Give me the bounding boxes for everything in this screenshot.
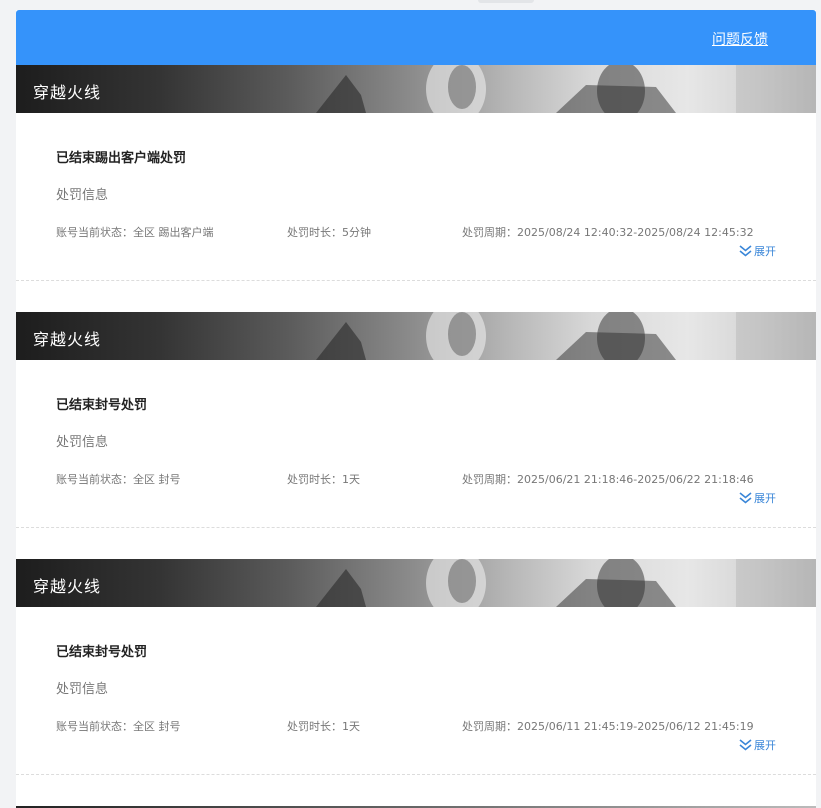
penalty-record: 穿越火线 已结束踢出客户端处罚 处罚信息 账号当前状态：全区 踢出客户端 处罚时… (16, 65, 816, 312)
record-gap (16, 528, 816, 559)
chevron-double-down-icon (739, 245, 752, 257)
penalty-duration: 处罚时长：1天 (287, 473, 360, 486)
expand-button[interactable]: 展开 (739, 243, 776, 259)
game-title: 穿越火线 (33, 83, 102, 102)
expand-label: 展开 (754, 245, 776, 258)
penalty-info-label: 处罚信息 (56, 188, 109, 203)
top-tab-indicator (478, 0, 534, 3)
penalty-period: 处罚周期：2025/08/24 12:40:32-2025/08/24 12:4… (462, 226, 754, 239)
expand-button[interactable]: 展开 (739, 737, 776, 753)
game-title: 穿越火线 (33, 330, 102, 349)
expand-label: 展开 (754, 492, 776, 505)
penalty-title: 已结束封号处罚 (56, 398, 148, 413)
game-banner: 穿越火线 (16, 312, 816, 360)
record-gap (16, 775, 816, 806)
banner-artwork (316, 559, 816, 607)
record-divider (16, 280, 816, 281)
penalty-title: 已结束踢出客户端处罚 (56, 151, 187, 166)
penalty-period: 处罚周期：2025/06/21 21:18:46-2025/06/22 21:1… (462, 473, 754, 486)
penalty-info-label: 处罚信息 (56, 435, 109, 450)
penalty-title: 已结束封号处罚 (56, 645, 148, 660)
game-banner: 穿越火线 (16, 559, 816, 607)
expand-label: 展开 (754, 739, 776, 752)
record-divider (16, 527, 816, 528)
chevron-double-down-icon (739, 492, 752, 504)
banner-artwork (316, 312, 816, 360)
record-content: 已结束封号处罚 处罚信息 账号当前状态：全区 封号 处罚时长：1天 处罚周期：2… (16, 360, 816, 528)
penalty-record: 穿越火线 已结束封号处罚 处罚信息 账号当前状态：全区 封号 处罚时长：1天 处… (16, 559, 816, 806)
feedback-link[interactable]: 问题反馈 (712, 29, 768, 49)
penalty-info-label: 处罚信息 (56, 682, 109, 697)
account-status: 账号当前状态：全区 封号 (56, 473, 181, 486)
record-divider (16, 774, 816, 775)
banner-artwork (316, 65, 816, 113)
penalty-records-page: 问题反馈 穿越火线 已结束踢出客户端处罚 处罚信息 账号当前状态：全区 踢出客户… (0, 0, 821, 808)
expand-button[interactable]: 展开 (739, 490, 776, 506)
chevron-double-down-icon (739, 739, 752, 751)
game-title: 穿越火线 (33, 577, 102, 596)
record-content: 已结束踢出客户端处罚 处罚信息 账号当前状态：全区 踢出客户端 处罚时长：5分钟… (16, 113, 816, 281)
record-content: 已结束封号处罚 处罚信息 账号当前状态：全区 封号 处罚时长：1天 处罚周期：2… (16, 607, 816, 775)
header-bar: 问题反馈 (16, 10, 816, 65)
game-banner: 穿越火线 (16, 65, 816, 113)
penalty-duration: 处罚时长：5分钟 (287, 226, 371, 239)
penalty-duration: 处罚时长：1天 (287, 720, 360, 733)
account-status: 账号当前状态：全区 封号 (56, 720, 181, 733)
penalty-record: 穿越火线 已结束封号处罚 处罚信息 账号当前状态：全区 封号 处罚时长：1天 处… (16, 312, 816, 559)
penalty-period: 处罚周期：2025/06/11 21:45:19-2025/06/12 21:4… (462, 720, 754, 733)
account-status: 账号当前状态：全区 踢出客户端 (56, 226, 214, 239)
records-panel: 问题反馈 穿越火线 已结束踢出客户端处罚 处罚信息 账号当前状态：全区 踢出客户… (16, 10, 816, 808)
record-gap (16, 281, 816, 312)
